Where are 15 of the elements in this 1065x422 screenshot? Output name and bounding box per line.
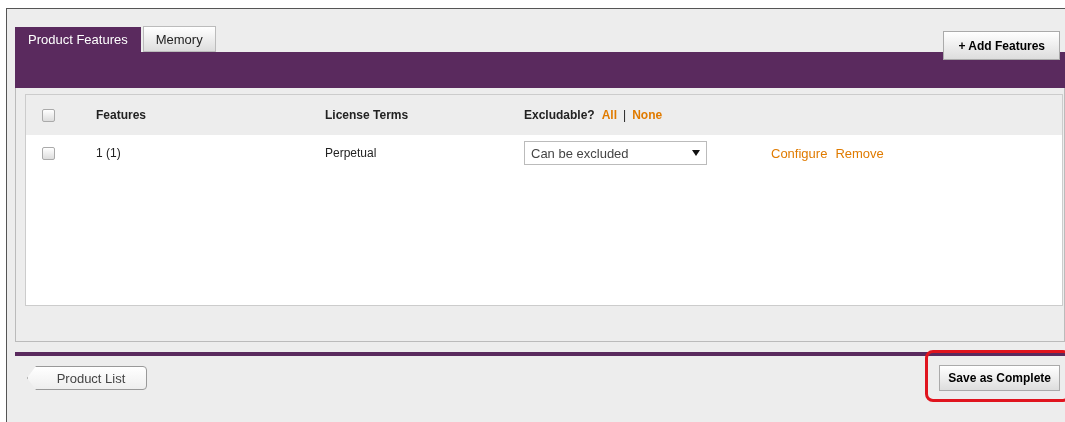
exclusion-dropdown[interactable]: Can be excluded: [524, 141, 707, 165]
save-button[interactable]: Save as Complete: [939, 365, 1060, 391]
caret-icon: [692, 150, 700, 156]
row-checkbox[interactable]: [42, 146, 55, 160]
table-cell-text: Perpetual: [325, 146, 378, 160]
separator: |: [623, 108, 627, 122]
table-cell-text: 1 (1): [96, 146, 122, 160]
column-header: Excludable?: [524, 108, 595, 122]
tab[interactable]: Memory: [142, 26, 216, 52]
select-all-checkbox[interactable]: [42, 108, 55, 122]
column-header: Features: [96, 108, 148, 122]
product-list-button[interactable]: Product List: [27, 366, 147, 390]
add-features-button[interactable]: + Add Features: [943, 31, 1060, 60]
column-header: License Terms: [325, 108, 410, 122]
tab[interactable]: Product Features: [15, 27, 141, 52]
